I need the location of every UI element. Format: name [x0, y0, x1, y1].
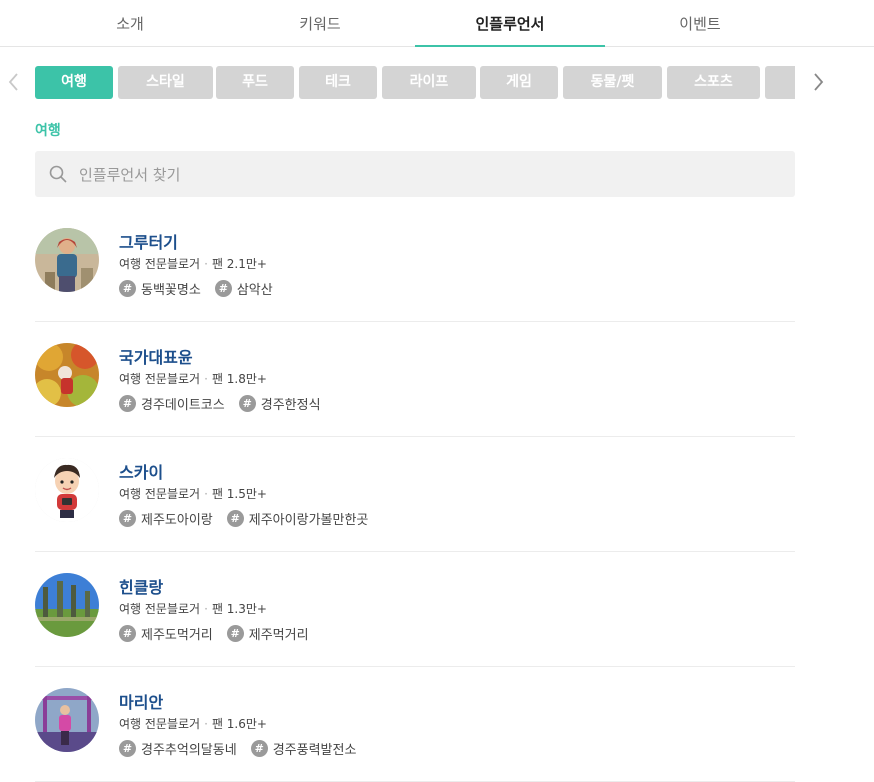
category-row: 여행 스타일 푸드 테크 라이프 게임 동물/펫 스포츠 엔: [0, 63, 874, 101]
fan-count: 팬 2.1만+: [211, 257, 267, 271]
hash-icon: #: [119, 625, 136, 642]
hash-icon: #: [119, 395, 136, 412]
keyword-tag[interactable]: # 경주추억의달동네: [119, 739, 237, 758]
fan-count: 팬 1.6만+: [211, 717, 267, 731]
category-prev-button[interactable]: [2, 69, 26, 95]
chevron-left-icon: [2, 69, 26, 95]
category-chip-style[interactable]: 스타일: [118, 66, 213, 99]
influencer-meta: 여행 전문블로거 · 팬 1.8만+: [119, 370, 267, 387]
tag-list: # 제주도먹거리 # 제주먹거리: [119, 622, 323, 643]
avatar[interactable]: [35, 458, 99, 522]
tag-list: # 제주도아이랑 # 제주아이랑가볼만한곳: [119, 507, 382, 528]
category-chip-travel[interactable]: 여행: [35, 66, 113, 99]
search-box: [35, 151, 795, 199]
keyword-tag[interactable]: # 제주도아이랑: [119, 509, 213, 528]
influencer-category: 여행 전문블로거: [119, 372, 201, 386]
tag-list: # 경주데이트코스 # 경주한정식: [119, 392, 335, 413]
hash-icon: #: [214, 280, 232, 297]
influencer-name[interactable]: 스카이: [119, 459, 163, 483]
category-chip-list: 여행 스타일 푸드 테크 라이프 게임 동물/펫 스포츠 엔: [35, 66, 795, 99]
hash-icon: #: [250, 740, 268, 757]
separator-dot: ·: [204, 602, 208, 616]
keyword-tag[interactable]: # 동백꽃명소: [119, 279, 201, 298]
influencer-category: 여행 전문블로거: [119, 602, 201, 616]
category-chip-tech[interactable]: 테크: [299, 66, 377, 99]
keyword-tag[interactable]: # 경주한정식: [238, 394, 321, 413]
top-tab-bar: 소개 키워드 인플루언서 이벤트: [0, 0, 874, 47]
tab-intro[interactable]: 소개: [35, 0, 225, 46]
keyword-tag[interactable]: # 경주풍력발전소: [250, 739, 356, 758]
avatar[interactable]: [35, 343, 99, 407]
influencer-category: 여행 전문블로거: [119, 487, 201, 501]
keyword-tag[interactable]: # 삼악산: [214, 279, 273, 298]
list-item: 힌클랑 여행 전문블로거 · 팬 1.3만+ # 제주도먹거리 # 제주먹거리: [35, 552, 795, 667]
avatar[interactable]: [35, 688, 99, 752]
influencer-meta: 여행 전문블로거 · 팬 1.6만+: [119, 715, 267, 732]
category-chip-pet[interactable]: 동물/펫: [563, 66, 662, 99]
influencer-list: 그루터기 여행 전문블로거 · 팬 2.1만+ # 동백꽃명소 # 삼악산 국가대표윤 여…: [35, 207, 795, 782]
fan-count: 팬 1.5만+: [211, 487, 267, 501]
section-title: 여행: [35, 123, 61, 139]
search-icon: [48, 164, 68, 184]
influencer-category: 여행 전문블로거: [119, 257, 201, 271]
keyword-tag[interactable]: # 제주아이랑가볼만한곳: [226, 509, 368, 528]
tab-influencer[interactable]: 인플루언서: [415, 0, 605, 47]
hash-icon: #: [119, 280, 136, 297]
hash-icon: #: [119, 740, 136, 757]
influencer-meta: 여행 전문블로거 · 팬 1.5만+: [119, 485, 267, 502]
separator-dot: ·: [204, 372, 208, 386]
category-chip-entertainment[interactable]: 엔: [765, 66, 795, 99]
avatar[interactable]: [35, 228, 99, 292]
fan-count: 팬 1.8만+: [211, 372, 267, 386]
tab-keyword[interactable]: 키워드: [225, 0, 415, 46]
influencer-name[interactable]: 그루터기: [119, 229, 178, 253]
keyword-tag[interactable]: # 제주도먹거리: [119, 624, 213, 643]
influencer-name[interactable]: 힌클랑: [119, 574, 163, 598]
tag-list: # 경주추억의달동네 # 경주풍력발전소: [119, 737, 370, 758]
list-item: 그루터기 여행 전문블로거 · 팬 2.1만+ # 동백꽃명소 # 삼악산: [35, 207, 795, 322]
separator-dot: ·: [204, 257, 208, 271]
keyword-tag[interactable]: # 제주먹거리: [226, 624, 309, 643]
list-item: 마리안 여행 전문블로거 · 팬 1.6만+ # 경주추억의달동네 # 경주풍력발전소: [35, 667, 795, 782]
hash-icon: #: [119, 510, 136, 527]
tag-list: # 동백꽃명소 # 삼악산: [119, 277, 287, 298]
influencer-category: 여행 전문블로거: [119, 717, 201, 731]
fan-count: 팬 1.3만+: [211, 602, 267, 616]
influencer-name[interactable]: 마리안: [119, 689, 163, 713]
influencer-meta: 여행 전문블로거 · 팬 1.3만+: [119, 600, 267, 617]
category-chip-food[interactable]: 푸드: [216, 66, 294, 99]
category-chip-sports[interactable]: 스포츠: [667, 66, 760, 99]
hash-icon: #: [226, 510, 244, 527]
avatar[interactable]: [35, 573, 99, 637]
hash-icon: #: [238, 395, 256, 412]
list-item: 국가대표윤 여행 전문블로거 · 팬 1.8만+ # 경주데이트코스 # 경주한정식: [35, 322, 795, 437]
hash-icon: #: [226, 625, 244, 642]
search-input[interactable]: [77, 151, 781, 199]
separator-dot: ·: [204, 487, 208, 501]
influencer-meta: 여행 전문블로거 · 팬 2.1만+: [119, 255, 267, 272]
tab-event[interactable]: 이벤트: [605, 0, 795, 46]
list-item: 스카이 여행 전문블로거 · 팬 1.5만+ # 제주도아이랑 # 제주아이랑가볼만한곳: [35, 437, 795, 552]
influencer-name[interactable]: 국가대표윤: [119, 344, 193, 368]
chevron-right-icon: [806, 69, 830, 95]
category-chip-game[interactable]: 게임: [480, 66, 558, 99]
category-next-button[interactable]: [806, 69, 830, 95]
separator-dot: ·: [204, 717, 208, 731]
category-chip-life[interactable]: 라이프: [382, 66, 476, 99]
keyword-tag[interactable]: # 경주데이트코스: [119, 394, 225, 413]
